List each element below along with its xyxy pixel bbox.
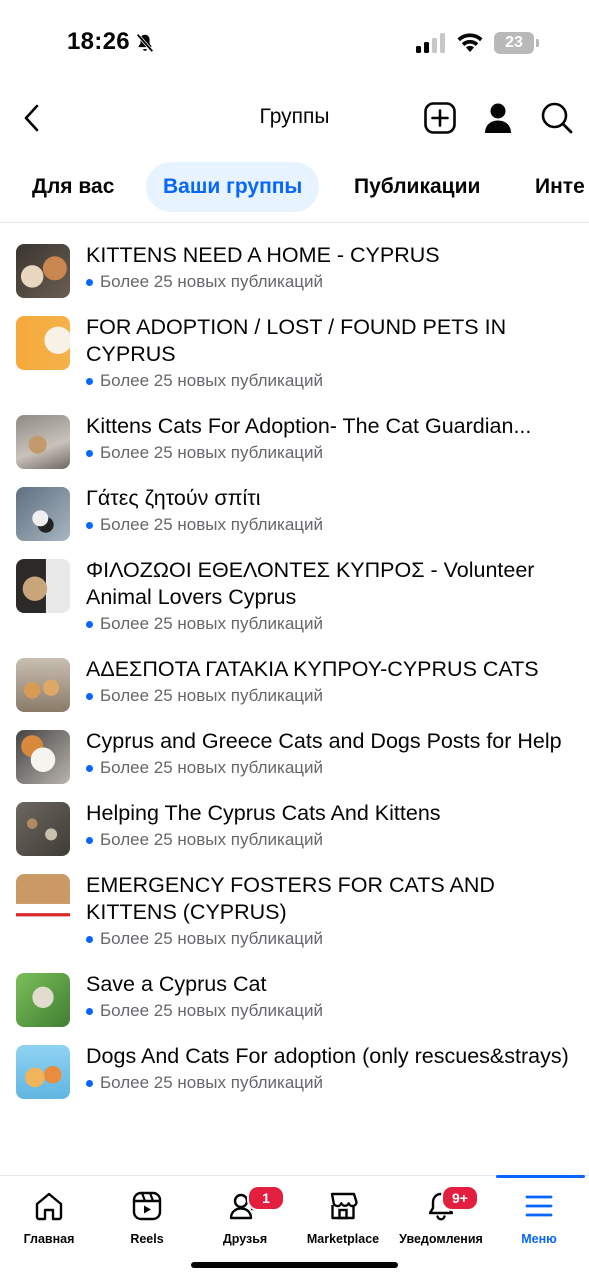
reels-icon <box>132 1191 162 1221</box>
group-tabs: Для вас Ваши группы Публикации Инте <box>0 162 589 214</box>
nav-label: Друзья <box>222 1232 268 1246</box>
nav-reels[interactable]: Reels <box>98 1176 196 1256</box>
group-meta: Более 25 новых публикаций <box>100 830 324 849</box>
new-indicator-dot <box>86 449 93 457</box>
tab-posts[interactable]: Публикации <box>354 162 480 212</box>
group-item[interactable]: Kittens Cats For Adoption- The Cat Guard… <box>0 403 589 475</box>
group-meta: Более 25 новых публикаций <box>100 929 324 948</box>
group-thumbnail <box>16 559 70 613</box>
group-meta: Более 25 новых публикаций <box>100 515 324 534</box>
search-button[interactable] <box>537 98 577 138</box>
search-icon <box>541 102 573 134</box>
new-indicator-dot <box>86 1079 93 1087</box>
new-indicator-dot <box>86 1007 93 1015</box>
group-meta: Более 25 новых публикаций <box>100 272 324 291</box>
group-name: Cyprus and Greece Cats and Dogs Posts fo… <box>86 729 562 753</box>
new-indicator-dot <box>86 521 93 529</box>
new-indicator-dot <box>86 278 93 286</box>
nav-friends[interactable]: 1 Друзья <box>196 1176 294 1256</box>
group-list: KITTENS NEED A HOME - CYPRUS Более 25 но… <box>0 232 589 1174</box>
group-item[interactable]: Dogs And Cats For adoption (only rescues… <box>0 1033 589 1105</box>
nav-label: Главная <box>23 1232 75 1246</box>
nav-notifications[interactable]: 9+ Уведомления <box>392 1176 490 1256</box>
group-thumbnail <box>16 1045 70 1099</box>
new-indicator-dot <box>86 377 93 385</box>
bell-slash-icon <box>136 33 154 53</box>
group-thumbnail <box>16 415 70 469</box>
battery-level: 23 <box>505 34 523 51</box>
home-indicator[interactable] <box>191 1262 398 1268</box>
header: Группы <box>0 90 589 148</box>
menu-icon <box>525 1195 553 1217</box>
group-item[interactable]: EMERGENCY FOSTERS FOR CATS AND KITTENS (… <box>0 862 589 961</box>
signal-icon <box>416 33 445 53</box>
new-indicator-dot <box>86 692 93 700</box>
group-thumbnail <box>16 973 70 1027</box>
new-indicator-dot <box>86 935 93 943</box>
battery-icon: 23 <box>494 32 540 54</box>
group-name: KITTENS NEED A HOME - CYPRUS <box>86 243 440 267</box>
group-thumbnail <box>16 658 70 712</box>
status-time: 18:26 <box>67 28 130 55</box>
group-meta: Более 25 новых публикаций <box>100 443 324 462</box>
nav-home[interactable]: Главная <box>0 1176 98 1256</box>
group-name: ΑΔΕΣΠΟΤΑ ΓΑΤΑΚΙΑ ΚΥΠΡΟΥ-CYPRUS CATS <box>86 657 539 681</box>
notifications-badge: 9+ <box>441 1185 479 1211</box>
group-name: Dogs And Cats For adoption (only rescues… <box>86 1044 569 1068</box>
group-thumbnail <box>16 316 70 370</box>
person-icon <box>485 103 511 133</box>
group-thumbnail <box>16 244 70 298</box>
group-thumbnail <box>16 487 70 541</box>
group-item[interactable]: Cyprus and Greece Cats and Dogs Posts fo… <box>0 718 589 790</box>
group-meta: Более 25 новых публикаций <box>100 614 324 633</box>
group-thumbnail <box>16 874 70 928</box>
group-name: EMERGENCY FOSTERS FOR CATS AND KITTENS (… <box>86 873 495 924</box>
nav-menu[interactable]: Меню <box>490 1176 588 1256</box>
group-meta: Более 25 новых публикаций <box>100 758 324 777</box>
group-name: Kittens Cats For Adoption- The Cat Guard… <box>86 414 532 438</box>
group-name: Save a Cyprus Cat <box>86 972 267 996</box>
home-icon <box>35 1192 63 1221</box>
nav-label: Уведомления <box>399 1232 483 1246</box>
group-item[interactable]: KITTENS NEED A HOME - CYPRUS Более 25 но… <box>0 232 589 304</box>
nav-label: Reels <box>130 1232 164 1246</box>
friends-badge: 1 <box>247 1185 285 1211</box>
new-indicator-dot <box>86 620 93 628</box>
group-item[interactable]: Helping The Cyprus Cats And Kittens Боле… <box>0 790 589 862</box>
group-item[interactable]: Save a Cyprus Cat Более 25 новых публика… <box>0 961 589 1033</box>
group-meta: Более 25 новых публикаций <box>100 1001 324 1020</box>
marketplace-icon <box>330 1192 358 1220</box>
group-item[interactable]: Γάτες ζητούν σπίτι Более 25 новых публик… <box>0 475 589 547</box>
tab-interests[interactable]: Инте <box>535 162 585 212</box>
group-meta: Более 25 новых публикаций <box>100 1073 324 1092</box>
group-thumbnail <box>16 802 70 856</box>
new-indicator-dot <box>86 836 93 844</box>
group-meta: Более 25 новых публикаций <box>100 686 324 705</box>
group-name: Helping The Cyprus Cats And Kittens <box>86 801 441 825</box>
plus-square-icon <box>424 102 456 134</box>
nav-marketplace[interactable]: Marketplace <box>294 1176 392 1256</box>
group-item[interactable]: ΦΙΛΟΖΩΟΙ ΕΘΕΛΟΝΤΕΣ ΚΥΠΡΟΣ - Volunteer An… <box>0 547 589 646</box>
nav-label: Marketplace <box>306 1232 380 1246</box>
profile-button[interactable] <box>478 98 518 138</box>
nav-label: Меню <box>521 1232 557 1246</box>
group-name: Γάτες ζητούν σπίτι <box>86 486 261 510</box>
create-group-button[interactable] <box>420 98 460 138</box>
group-item[interactable]: ΑΔΕΣΠΟΤΑ ΓΑΤΑΚΙΑ ΚΥΠΡΟΥ-CYPRUS CATS Боле… <box>0 646 589 718</box>
new-indicator-dot <box>86 764 93 772</box>
status-bar: 18:26 23 <box>0 0 589 88</box>
group-thumbnail <box>16 730 70 784</box>
group-name: FOR ADOPTION / LOST / FOUND PETS IN CYPR… <box>86 315 507 366</box>
divider <box>0 222 589 223</box>
group-meta: Более 25 новых публикаций <box>100 371 324 390</box>
group-item[interactable]: FOR ADOPTION / LOST / FOUND PETS IN CYPR… <box>0 304 589 403</box>
group-name: ΦΙΛΟΖΩΟΙ ΕΘΕΛΟΝΤΕΣ ΚΥΠΡΟΣ - Volunteer An… <box>86 558 535 609</box>
tab-your-groups[interactable]: Ваши группы <box>146 162 320 212</box>
tab-for-you[interactable]: Для вас <box>32 162 114 212</box>
wifi-icon <box>457 33 483 52</box>
